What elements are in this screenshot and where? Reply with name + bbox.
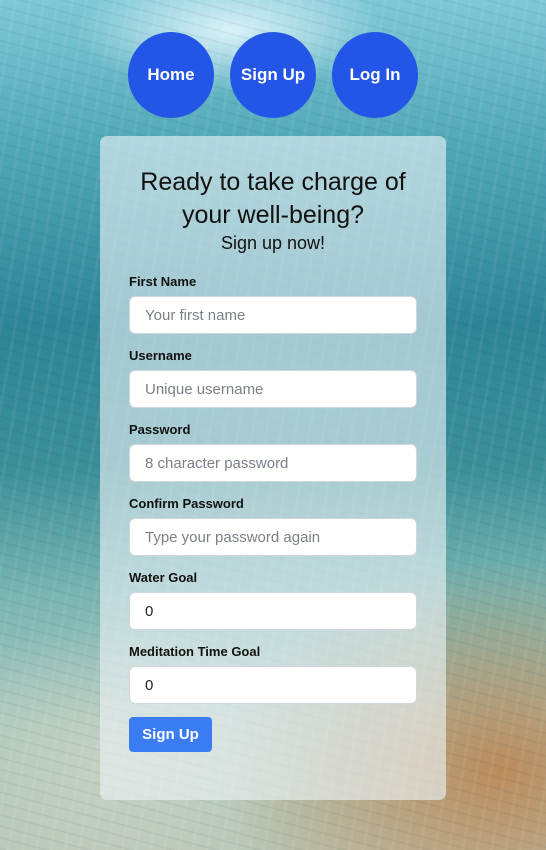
water-goal-input[interactable] xyxy=(129,592,417,630)
first-name-label: First Name xyxy=(129,274,197,289)
home-button[interactable]: Home xyxy=(128,32,214,118)
meditation-goal-group: Meditation Time Goal xyxy=(129,644,417,704)
signup-submit-button[interactable]: Sign Up xyxy=(129,717,212,752)
login-button[interactable]: Log In xyxy=(332,32,418,118)
password-input[interactable] xyxy=(129,444,417,482)
signup-form: First Name Username Password Confirm Pas… xyxy=(129,274,417,752)
first-name-input[interactable] xyxy=(129,296,417,334)
meditation-goal-label: Meditation Time Goal xyxy=(129,644,261,659)
first-name-group: First Name xyxy=(129,274,417,334)
confirm-password-label: Confirm Password xyxy=(129,496,244,511)
page-subtitle: Sign up now! xyxy=(220,233,326,253)
signup-nav-button[interactable]: Sign Up xyxy=(230,32,316,118)
water-goal-label: Water Goal xyxy=(129,570,198,585)
confirm-password-group: Confirm Password xyxy=(129,496,417,556)
water-goal-group: Water Goal xyxy=(129,570,417,630)
top-nav: Home Sign Up Log In xyxy=(0,32,546,118)
page-title: Ready to take charge of your well-being? xyxy=(140,168,406,229)
signup-card: Ready to take charge of your well-being?… xyxy=(100,136,446,800)
username-input[interactable] xyxy=(129,370,417,408)
username-group: Username xyxy=(129,348,417,408)
meditation-goal-input[interactable] xyxy=(129,666,417,704)
username-label: Username xyxy=(129,348,192,363)
confirm-password-input[interactable] xyxy=(129,518,417,556)
password-group: Password xyxy=(129,422,417,482)
password-label: Password xyxy=(129,422,191,437)
